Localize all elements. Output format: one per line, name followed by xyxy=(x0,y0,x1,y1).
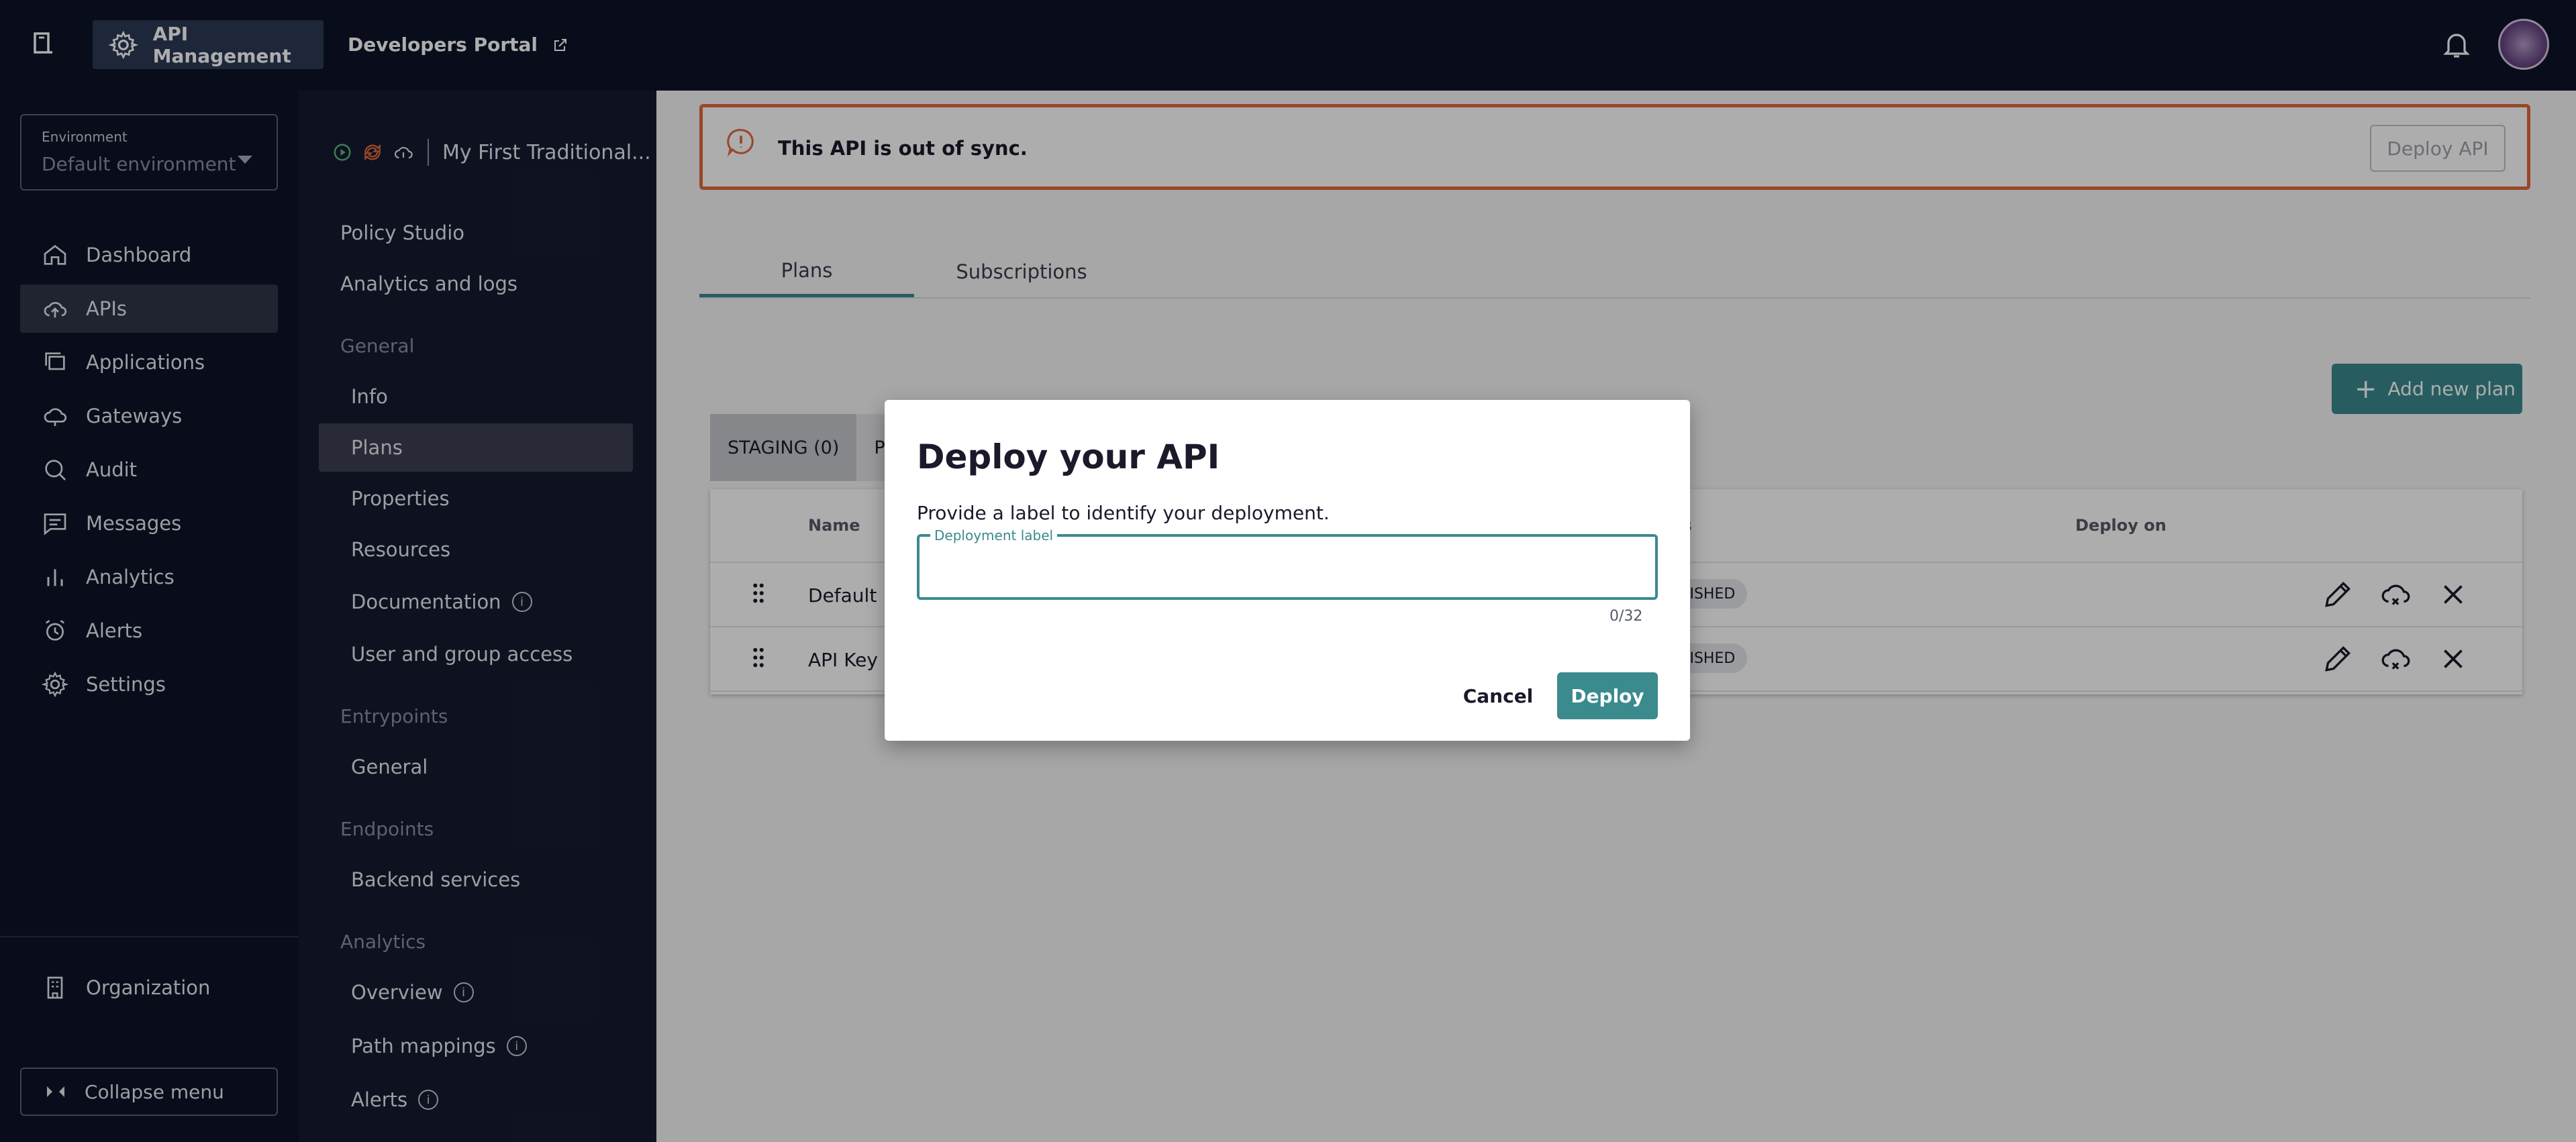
character-counter: 0/32 xyxy=(1609,608,1643,625)
deployment-label-field: Deployment label xyxy=(917,527,1658,600)
deployment-label-caption: Deployment label xyxy=(930,527,1058,543)
dialog-description: Provide a label to identify your deploym… xyxy=(917,502,1330,524)
deploy-button[interactable]: Deploy xyxy=(1557,672,1658,719)
dialog-title: Deploy your API xyxy=(917,437,1220,476)
deploy-api-dialog: Deploy your API Provide a label to ident… xyxy=(885,400,1690,741)
cancel-button[interactable]: Cancel xyxy=(1456,672,1540,719)
deployment-label-input[interactable] xyxy=(933,553,1644,582)
